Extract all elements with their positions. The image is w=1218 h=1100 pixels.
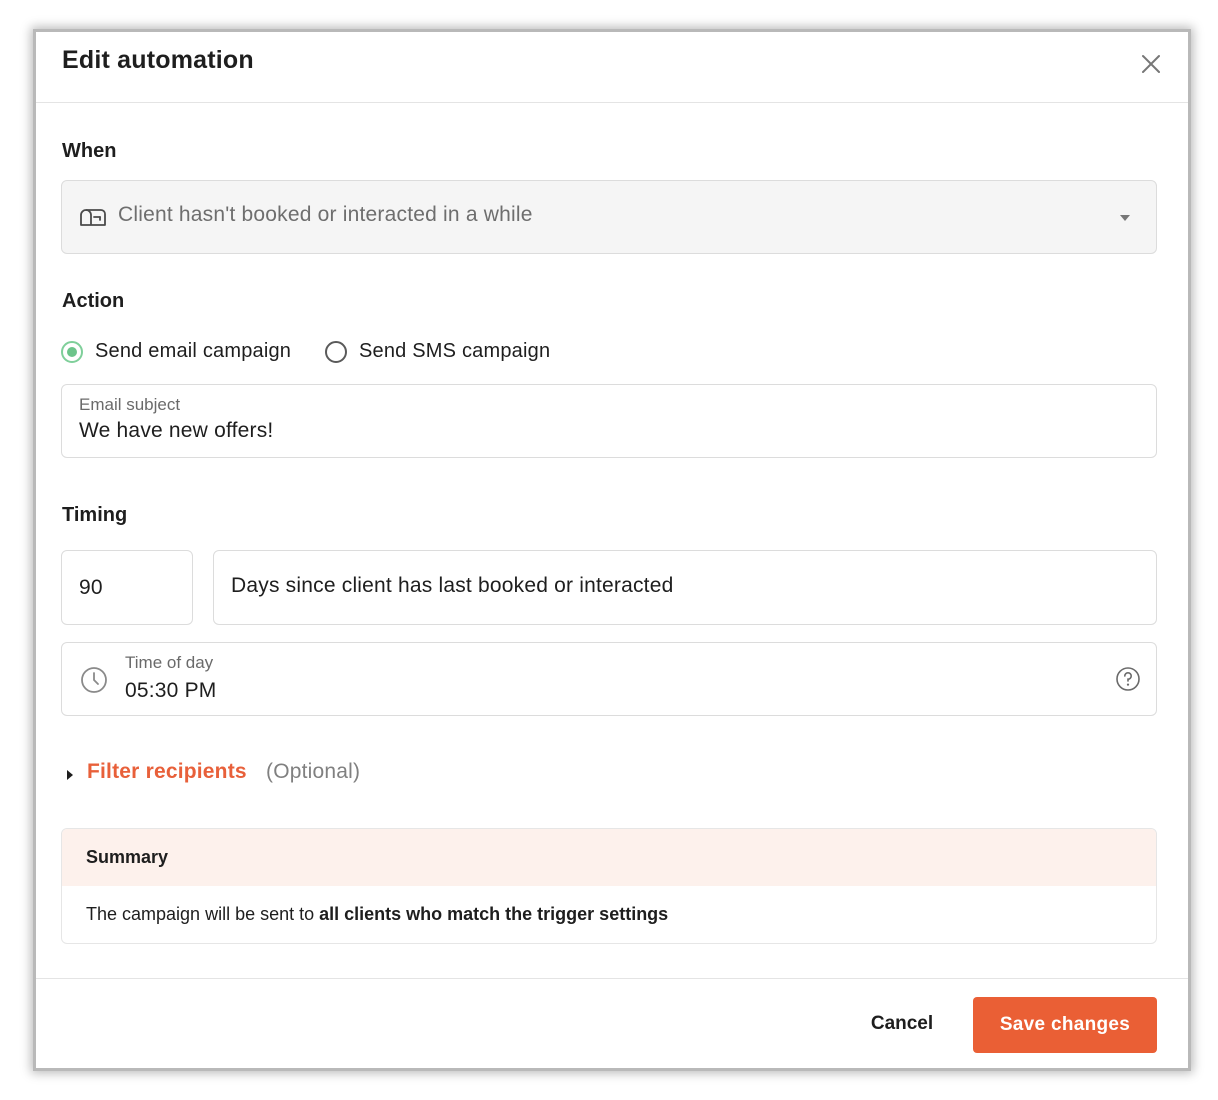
modal-header: Edit automation — [36, 32, 1188, 103]
time-of-day-field[interactable]: Time of day — [61, 642, 1157, 716]
radio-send-email-label: Send email campaign — [95, 340, 292, 362]
timing-label: Timing — [62, 504, 128, 526]
help-circle-icon[interactable] — [1115, 666, 1141, 692]
filter-optional-label: (Optional) — [266, 760, 361, 783]
trigger-select[interactable]: Client hasn't booked or interacted in a … — [61, 180, 1157, 254]
trigger-select-value: Client hasn't booked or interacted in a … — [118, 203, 533, 226]
modal-title: Edit automation — [62, 46, 254, 74]
radio-send-email[interactable]: Send email campaign — [61, 340, 311, 366]
when-label: When — [62, 140, 117, 162]
time-of-day-input[interactable] — [125, 677, 425, 705]
summary-header: Summary — [62, 829, 1156, 886]
action-label: Action — [62, 290, 125, 312]
save-changes-button[interactable]: Save changes — [973, 997, 1157, 1053]
filter-recipients-link[interactable]: Filter recipients — [87, 760, 247, 784]
days-input[interactable] — [79, 574, 179, 602]
summary-text: The campaign will be sent to all clients… — [86, 904, 668, 925]
email-subject-field[interactable]: Email subject — [61, 384, 1157, 458]
close-button[interactable] — [1136, 49, 1166, 79]
radio-send-sms-circle[interactable] — [325, 341, 347, 363]
days-unit-select[interactable]: Days since client has last booked or int… — [213, 550, 1157, 625]
radio-send-email-circle[interactable] — [61, 341, 83, 363]
caret-right-icon — [67, 770, 73, 780]
email-subject-label: Email subject — [79, 395, 181, 414]
edit-automation-modal: Edit automation When Client hasn't booke… — [36, 32, 1188, 1068]
time-of-day-label: Time of day — [125, 653, 214, 672]
close-icon — [1142, 55, 1160, 73]
summary-panel: Summary The campaign will be sent to all… — [61, 828, 1157, 944]
summary-text-bold: all clients who match the trigger settin… — [319, 904, 669, 924]
summary-title: Summary — [86, 847, 169, 867]
cancel-button[interactable]: Cancel — [850, 997, 954, 1051]
summary-text-prefix: The campaign will be sent to — [86, 904, 320, 924]
clock-icon — [81, 667, 107, 693]
days-unit-value: Days since client has last booked or int… — [231, 574, 674, 597]
caret-down-icon — [1120, 215, 1130, 221]
radio-send-sms-label: Send SMS campaign — [359, 340, 551, 362]
filter-recipients-toggle[interactable]: Filter recipients (Optional) — [62, 760, 422, 788]
days-field[interactable] — [61, 550, 193, 625]
email-subject-input[interactable] — [79, 417, 1129, 445]
mailbox-icon — [80, 209, 106, 226]
modal-footer: Cancel Save changes — [36, 978, 1188, 1068]
radio-send-sms[interactable]: Send SMS campaign — [325, 340, 565, 366]
